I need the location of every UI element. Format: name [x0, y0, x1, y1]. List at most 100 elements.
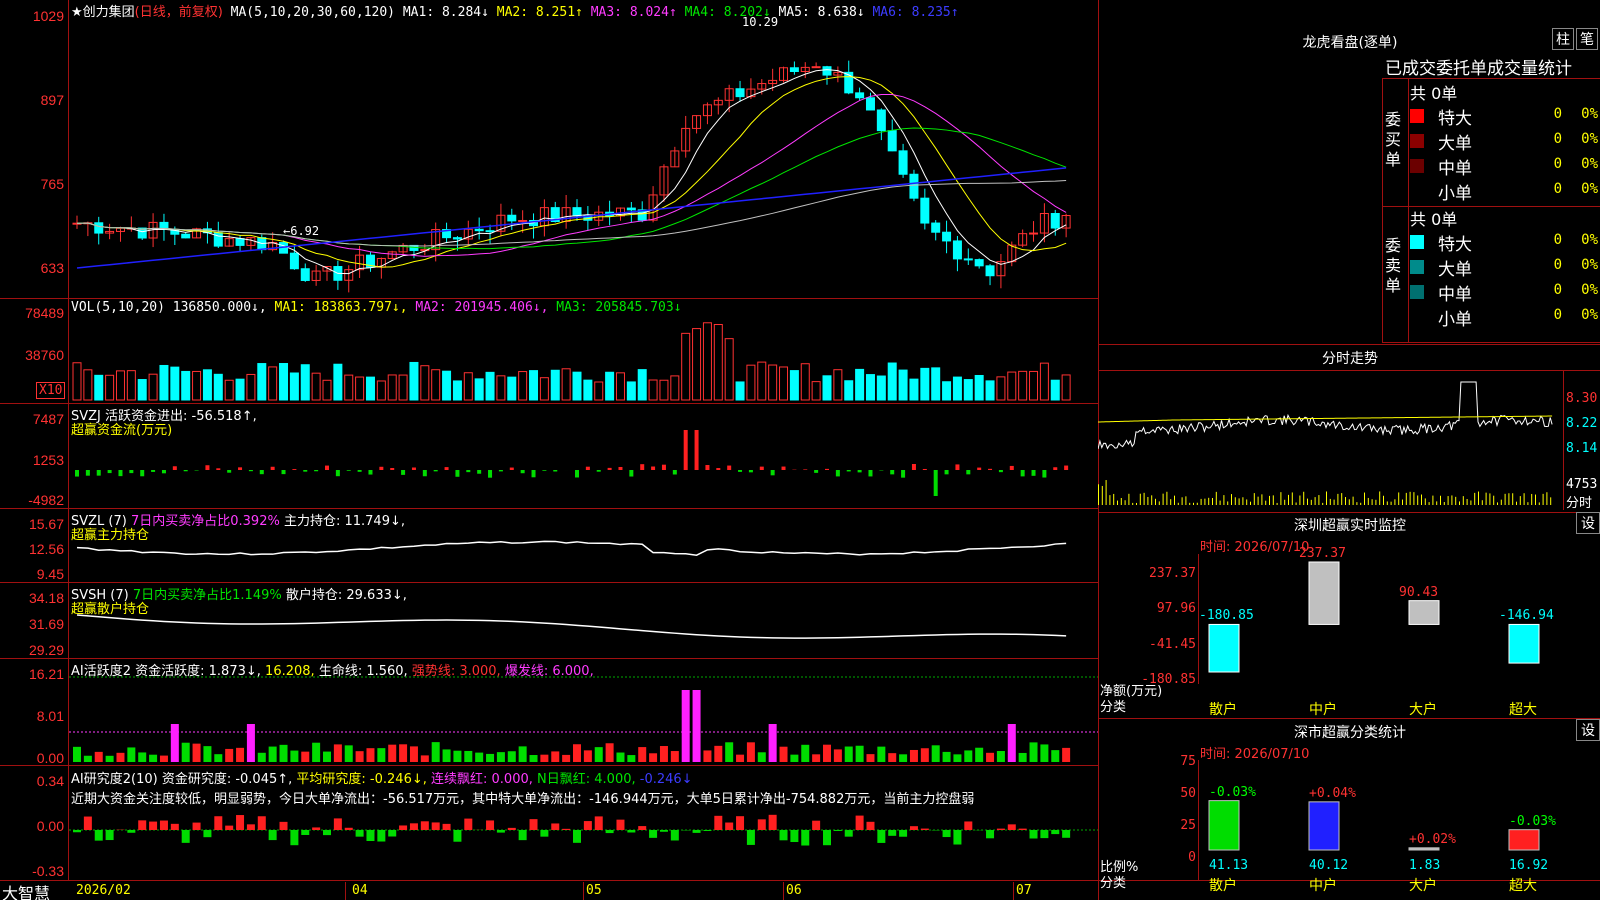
candle-body	[909, 173, 919, 199]
fenshi-vol-bar	[1455, 496, 1457, 505]
main-chart-svg[interactable]	[69, 0, 1098, 880]
ai1-bar	[268, 746, 277, 762]
ai2-bar	[866, 821, 875, 830]
ai1-bar	[94, 751, 103, 762]
volume-bar	[800, 363, 810, 401]
fenshi-tick: 8.22	[1566, 416, 1598, 431]
monitor-category: 中户	[1309, 702, 1337, 718]
order-percent: 0%	[1581, 232, 1598, 248]
stats-bar	[1308, 801, 1340, 851]
stats-settings-button[interactable]: 设	[1576, 719, 1600, 741]
monitor-category: 大户	[1409, 702, 1437, 718]
ai1-bar	[388, 744, 397, 762]
svzj-bar	[770, 470, 775, 476]
ai1-bar	[1018, 752, 1027, 762]
vol-unit[interactable]: X10	[36, 382, 66, 399]
volume-bar	[300, 364, 310, 401]
ai2-legend: AI研究度2(10) 资金研究度: -0.045↑, 平均研究度: -0.246…	[71, 768, 693, 787]
ai2-bar	[377, 830, 386, 842]
volume-bar	[931, 367, 941, 401]
svsh-pos: 散户持仓: 29.633↓,	[285, 588, 407, 603]
monitor-settings-button[interactable]: 设	[1576, 512, 1600, 534]
ai2-bar	[301, 830, 310, 835]
stats-chart[interactable]	[1199, 760, 1600, 860]
ai1-bar	[181, 742, 190, 762]
svzj-bar	[259, 470, 264, 475]
ai1-bar	[73, 746, 81, 762]
svzj-bar	[727, 465, 732, 470]
fenshi-vol-bar	[1531, 493, 1533, 505]
ai1-bar	[496, 752, 505, 762]
svzj-bar	[531, 470, 536, 478]
svzj-bar	[422, 470, 427, 477]
volume-bar	[137, 379, 147, 401]
fenshi-vol-bar	[1481, 500, 1483, 505]
candle-body	[876, 109, 886, 132]
svzj-bar	[607, 467, 612, 470]
svzj-bar	[488, 470, 493, 478]
ai2-bar	[257, 816, 266, 830]
fenshi-vol-bar	[1276, 502, 1278, 505]
fenshi-chart[interactable]	[1098, 370, 1563, 510]
fenshi-vol-bar	[1223, 495, 1225, 505]
price-tick: 765	[40, 176, 64, 192]
svzj-bar	[683, 430, 688, 470]
fenshi-vol-bar	[1470, 500, 1472, 505]
fenshi-vol-bar	[1485, 492, 1487, 505]
fenshi-vol-bar	[1424, 498, 1426, 505]
ai1-bar	[605, 743, 614, 762]
fenshi-vol-bar	[1124, 500, 1126, 505]
fenshi-vol-bar	[1500, 499, 1502, 505]
ai2-bar	[203, 830, 212, 838]
fenshi-vol-bar	[1212, 497, 1213, 505]
ai1-bar	[192, 743, 201, 762]
ai1-bar	[670, 751, 679, 762]
fenshi-vol-bar	[1139, 493, 1141, 505]
stats-change: -0.03%	[1509, 813, 1556, 829]
volume-bar	[126, 370, 136, 401]
ai1-bar	[573, 744, 581, 762]
ai1-bar	[355, 751, 364, 762]
fenshi-vol-bar	[1158, 501, 1160, 505]
fenshi-vol-bar	[1402, 499, 1403, 505]
volume-bar	[550, 369, 560, 401]
svzj-bar	[672, 470, 677, 475]
legend-swatch	[1410, 285, 1424, 299]
fenshi-vol-bar	[1101, 485, 1103, 505]
bar-mode-button[interactable]: 柱	[1552, 28, 1574, 50]
ai1-bar	[540, 754, 549, 762]
ai2-bar	[779, 830, 788, 841]
monitor-value: 237.37	[1299, 546, 1346, 561]
ai1-bar	[703, 750, 712, 762]
ai2-bar	[1018, 828, 1027, 830]
brand-logo[interactable]: 大智慧	[2, 880, 50, 900]
ai1-bar	[996, 751, 1005, 762]
stats-line	[1098, 718, 1600, 719]
svzj-bar	[281, 470, 286, 475]
ai2-bar	[496, 830, 505, 833]
legend-swatch	[1410, 260, 1424, 274]
svzj-bar	[998, 470, 1003, 473]
fenshi-vol-bar	[1284, 499, 1286, 505]
volume-bar	[452, 380, 462, 401]
volume-bar	[789, 370, 799, 401]
ai1-bar	[616, 752, 625, 762]
fenshi-vol-bar	[1128, 493, 1130, 505]
svzj-bar	[172, 466, 177, 470]
ai2-bars	[69, 814, 1098, 846]
tick-mode-button[interactable]: 笔	[1576, 28, 1598, 50]
volume-bar	[887, 362, 897, 401]
monitor-bars	[1208, 561, 1540, 673]
ai2-bar	[573, 830, 581, 843]
volume-bar	[692, 328, 702, 401]
vol-name: VOL(5,10,20)	[71, 300, 165, 315]
fenshi-vol-bar	[1295, 502, 1297, 505]
fenshi-vol-bar	[1386, 501, 1388, 505]
ai2-bar	[692, 830, 701, 833]
ai2-bar	[953, 830, 962, 845]
svzj-bar	[151, 470, 156, 472]
ai1-bar	[214, 754, 223, 762]
svzj-bar	[1031, 470, 1036, 476]
volume-bar	[202, 369, 212, 401]
fenshi-vol-bar	[1512, 493, 1514, 505]
